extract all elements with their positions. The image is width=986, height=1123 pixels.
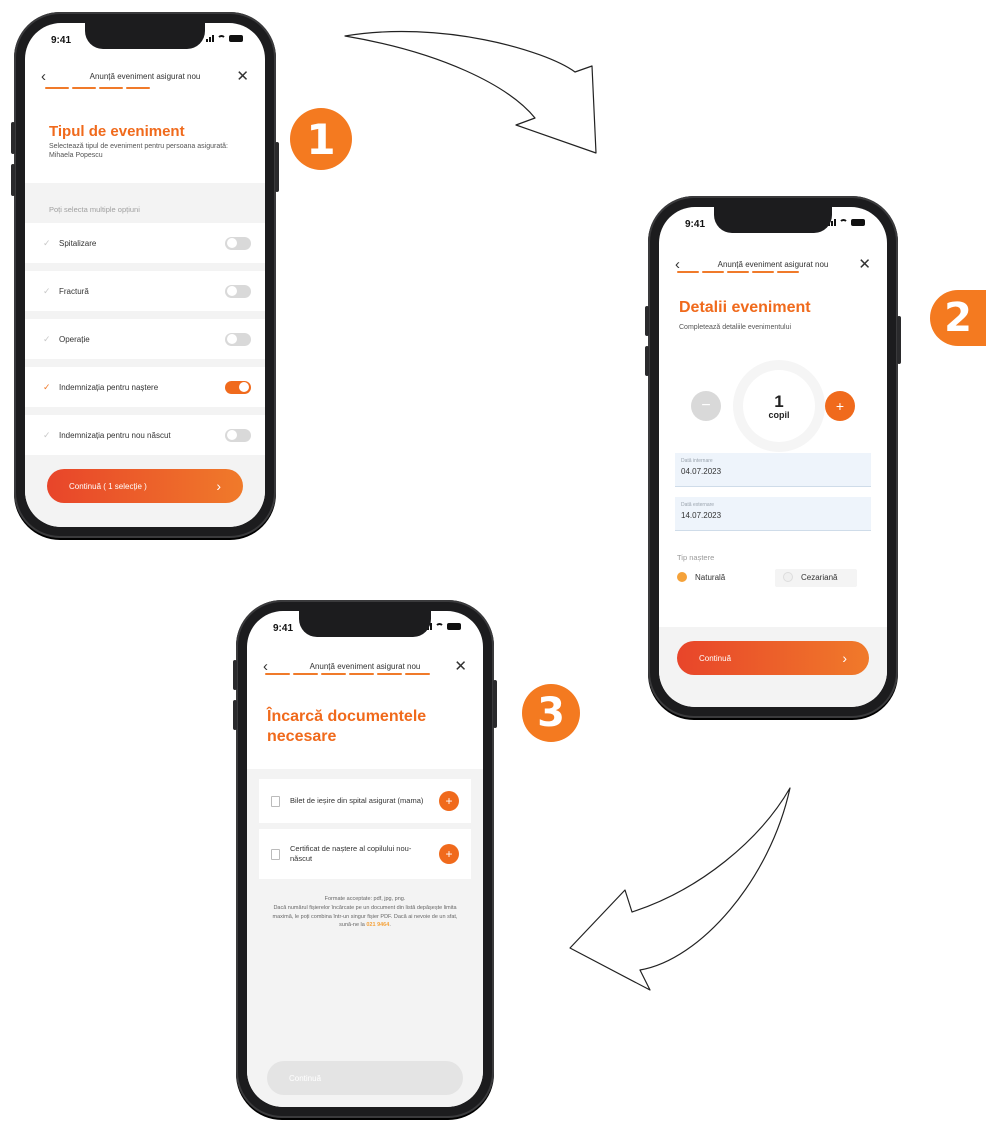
support-phone-link[interactable]: 021 9464	[366, 922, 389, 928]
option-indemnizatie-nou-nascut[interactable]: ✓ Indemnizația pentru nou născut	[25, 415, 265, 459]
status-time: 9:41	[273, 623, 294, 634]
status-icons	[828, 219, 865, 226]
continue-button[interactable]: Continuă	[267, 1061, 463, 1095]
back-icon[interactable]: ‹	[41, 68, 59, 85]
header-title: Anunță eveniment asigurat nou	[89, 71, 201, 81]
option-label: Indemnizația pentru nou născut	[59, 430, 171, 440]
admission-date-label: Dată internare	[681, 458, 713, 464]
check-icon: ✓	[43, 333, 51, 344]
close-icon[interactable]: ✕	[231, 67, 249, 85]
option-spitalizare[interactable]: ✓ Spitalizare	[25, 223, 265, 267]
children-count-unit: copil	[768, 409, 790, 420]
discharge-date-field[interactable]: Dată externare 14.07.2023	[675, 497, 871, 531]
add-document-button[interactable]: +	[439, 844, 459, 864]
back-icon[interactable]: ‹	[675, 256, 693, 273]
continue-button[interactable]: Continuă ›	[677, 641, 869, 675]
phone-screen-3: 9:41 ‹ Anunță eveniment asigurat nou ✕ Î…	[233, 600, 497, 1118]
document-label: Certificat de naștere al copilului nou-n…	[290, 844, 412, 863]
option-label: Spitalizare	[59, 238, 97, 248]
step-badge-3: 3	[522, 684, 580, 742]
check-icon: ✓	[43, 285, 51, 296]
discharge-date-value: 14.07.2023	[681, 511, 722, 520]
option-toggle[interactable]	[225, 332, 251, 346]
check-icon: ✓	[43, 237, 51, 248]
birth-option-naturala[interactable]: Naturală	[677, 572, 725, 582]
continue-label: Continuă	[289, 1073, 322, 1083]
document-icon	[271, 848, 280, 860]
radio-unselected-icon	[783, 572, 793, 582]
phone-screen-1: 9:41 ‹ Anunță eveniment asigurat nou ✕ T…	[11, 12, 279, 538]
children-count-value: 1	[774, 391, 784, 411]
status-time: 9:41	[51, 35, 72, 46]
admission-date-field[interactable]: Dată internare 04.07.2023	[675, 453, 871, 487]
chevron-right-icon: ›	[842, 650, 847, 666]
admission-date-value: 04.07.2023	[681, 467, 722, 476]
document-upload-card[interactable]: Bilet de ieșire din spital asigurat (mam…	[259, 779, 471, 823]
page-title: Tipul de eveniment	[49, 123, 185, 140]
wifi-icon	[217, 35, 226, 42]
radio-selected-icon	[677, 572, 687, 582]
step-badge-1: 1	[290, 108, 352, 170]
battery-icon	[229, 35, 243, 42]
phone-screen-2: 9:41 ‹ Anunță eveniment asigurat nou ✕ D…	[645, 196, 901, 718]
status-icons	[206, 35, 243, 42]
status-time: 9:41	[685, 219, 706, 230]
screen-1: 9:41 ‹ Anunță eveniment asigurat nou ✕ T…	[25, 23, 265, 527]
back-icon[interactable]: ‹	[263, 658, 281, 675]
page-subtitle: Completează detaliile evenimentului	[679, 324, 792, 331]
option-label: Operație	[59, 334, 90, 344]
page-title: Încarcă documentele necesare	[267, 708, 427, 745]
progress-bar	[265, 673, 430, 675]
increment-button[interactable]: +	[825, 391, 855, 421]
birth-option-label: Cezariană	[801, 572, 838, 582]
children-count: 1 copil	[743, 370, 815, 442]
option-operatie[interactable]: ✓ Operație	[25, 319, 265, 363]
birth-type-label: Tip naștere	[677, 553, 715, 562]
screen-2: 9:41 ‹ Anunță eveniment asigurat nou ✕ D…	[659, 207, 887, 707]
document-label: Bilet de ieșire din spital asigurat (mam…	[290, 796, 424, 806]
continue-label: Continuă	[699, 653, 732, 663]
battery-icon	[851, 219, 865, 226]
page-title: Detalii eveniment	[679, 299, 811, 316]
continue-button[interactable]: Continuă ( 1 selecție ) ›	[47, 469, 243, 503]
battery-icon	[447, 623, 461, 630]
footnote-body-wrap: Dacă numărul fișierelor încărcate pe un …	[272, 904, 458, 929]
birth-option-cezariana[interactable]: Cezariană	[783, 572, 837, 582]
step-badge-2: 2	[930, 290, 986, 346]
option-label: Indemnizația pentru naștere	[59, 382, 159, 392]
progress-bar	[45, 87, 150, 89]
section-hint: Poți selecta multiple opțiuni	[49, 205, 140, 214]
header-title: Anunță eveniment asigurat nou	[717, 259, 829, 269]
footnote-body: Dacă numărul fișierelor încărcate pe un …	[272, 904, 458, 929]
footnote-formats: Formate acceptate: pdf, jpg, png.	[324, 896, 406, 902]
add-document-button[interactable]: +	[439, 791, 459, 811]
option-toggle[interactable]	[225, 428, 251, 442]
option-toggle[interactable]	[225, 380, 251, 394]
document-icon	[271, 795, 280, 807]
chevron-right-icon: ›	[216, 478, 221, 494]
option-indemnizatie-nastere[interactable]: ✓ Indemnizația pentru naștere	[25, 367, 265, 411]
wifi-icon	[435, 623, 444, 630]
birth-option-label: Naturală	[695, 572, 726, 582]
option-toggle[interactable]	[225, 236, 251, 250]
continue-label: Continuă ( 1 selecție )	[69, 481, 147, 491]
close-icon[interactable]: ✕	[449, 657, 467, 675]
option-fractura[interactable]: ✓ Fractură	[25, 271, 265, 315]
signal-icon	[206, 35, 214, 42]
header-title: Anunță eveniment asigurat nou	[309, 661, 421, 671]
page-subtitle: Selectează tipul de eveniment pentru per…	[49, 143, 229, 160]
option-label: Fractură	[59, 286, 89, 296]
decrement-button[interactable]: −	[691, 391, 721, 421]
check-icon: ✓	[43, 429, 51, 440]
option-toggle[interactable]	[225, 284, 251, 298]
progress-bar	[677, 271, 799, 273]
discharge-date-label: Dată externare	[681, 502, 715, 508]
document-upload-card[interactable]: Certificat de naștere al copilului nou-n…	[259, 829, 471, 879]
wifi-icon	[839, 219, 848, 226]
close-icon[interactable]: ✕	[853, 255, 871, 273]
screen-3: 9:41 ‹ Anunță eveniment asigurat nou ✕ Î…	[247, 611, 483, 1107]
check-icon: ✓	[43, 381, 51, 392]
upload-footnote: Formate acceptate: pdf, jpg, png. Dacă n…	[267, 895, 463, 930]
